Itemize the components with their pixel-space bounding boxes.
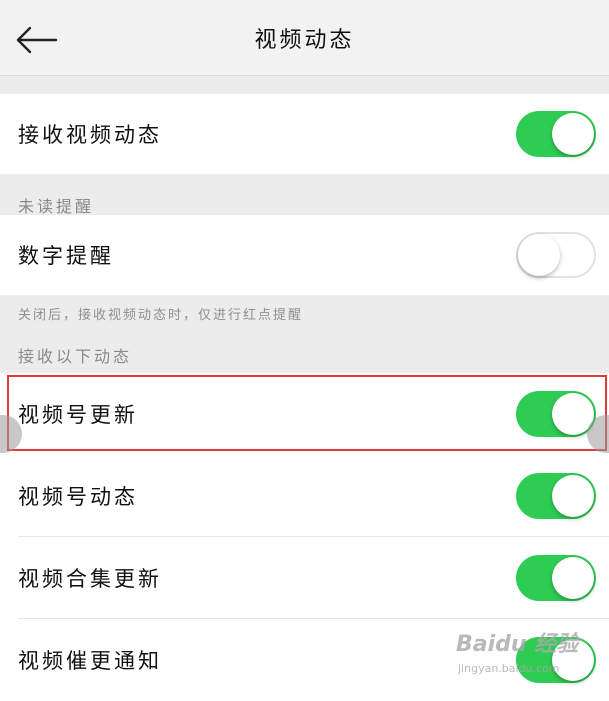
page-title: 视频动态 — [254, 28, 355, 53]
setting-row-receive-video[interactable]: 接收视频动态 — [0, 94, 609, 174]
channel-moments-toggle[interactable] — [516, 473, 596, 519]
toggle-knob — [518, 234, 560, 276]
setting-label: 视频合集更新 — [18, 567, 162, 591]
setting-label: 视频号更新 — [18, 403, 138, 427]
setting-row-collection-update[interactable]: 视频合集更新 — [0, 537, 609, 619]
toggle-knob — [552, 557, 594, 599]
receive-video-toggle[interactable] — [516, 111, 596, 157]
setting-label: 数字提醒 — [18, 244, 114, 268]
setting-row-channel-moments[interactable]: 视频号动态 — [0, 455, 609, 537]
watermark: Baidu 经验 jingyan.baidu.com — [456, 616, 606, 688]
section-label-unread: 未读提醒 — [18, 197, 95, 216]
setting-row-channel-update[interactable]: 视频号更新 — [0, 373, 609, 455]
setting-row-number-reminder[interactable]: 数字提醒 — [0, 215, 609, 295]
number-reminder-hint: 关闭后，接收视频动态时，仅进行红点提醒 — [18, 308, 304, 323]
setting-label: 视频号动态 — [18, 485, 138, 509]
setting-label: 视频催更通知 — [18, 649, 162, 673]
toggle-knob — [552, 475, 594, 517]
toggle-knob — [552, 113, 594, 155]
number-reminder-toggle[interactable] — [516, 232, 596, 278]
channel-update-toggle[interactable] — [516, 391, 596, 437]
collection-update-toggle[interactable] — [516, 555, 596, 601]
header-bar: 视频动态 — [0, 0, 609, 76]
watermark-url: jingyan.baidu.com — [458, 662, 560, 675]
setting-label: 接收视频动态 — [18, 123, 162, 147]
section-label-receive: 接收以下动态 — [18, 347, 133, 366]
watermark-logo: Baidu 经验 — [456, 632, 579, 657]
